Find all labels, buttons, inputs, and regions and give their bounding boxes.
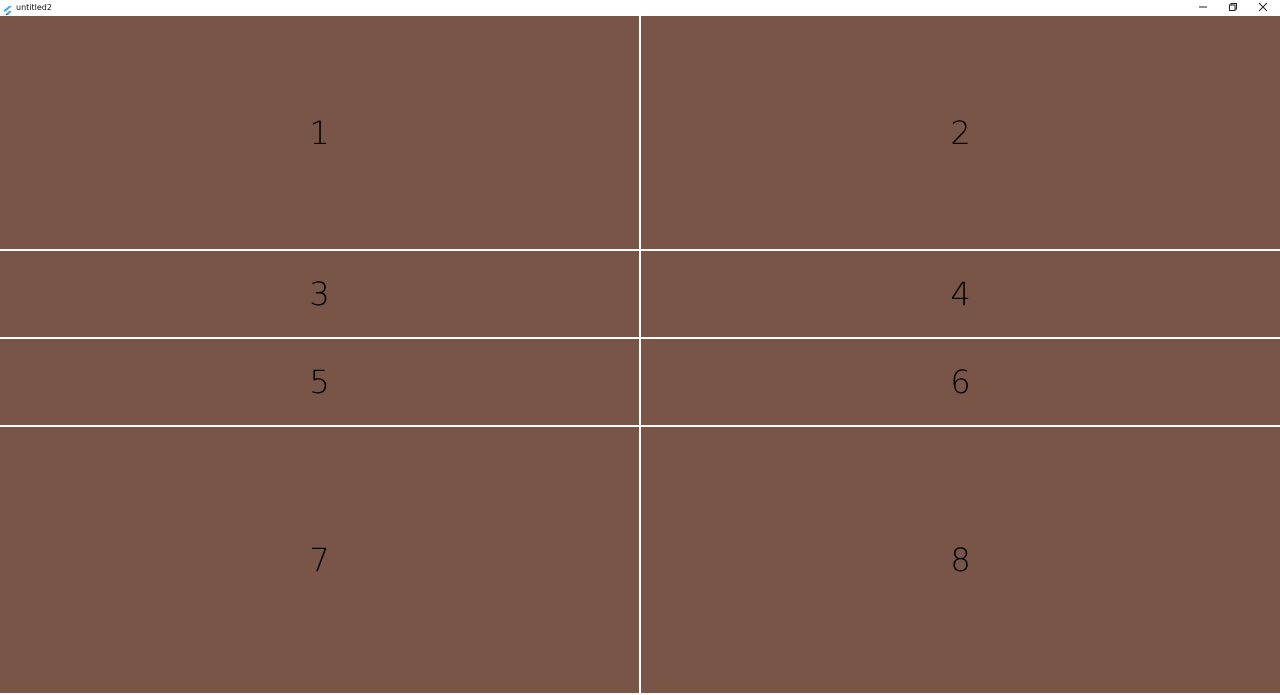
app-window: untitled2 1 2 3 4 5 6 7 8 — [0, 0, 1280, 695]
cell-label: 6 — [950, 363, 971, 401]
cell-label: 8 — [950, 541, 971, 579]
cell-label: 4 — [950, 275, 971, 313]
flutter-logo-icon — [3, 2, 13, 17]
restore-button[interactable] — [1218, 0, 1248, 15]
close-icon — [1258, 2, 1268, 12]
minimize-button[interactable] — [1188, 0, 1218, 15]
cell-label: 3 — [309, 275, 330, 313]
cell-label: 2 — [950, 113, 971, 152]
grid-cell-4: 4 — [641, 251, 1280, 337]
close-button[interactable] — [1248, 0, 1278, 15]
grid-cell-5: 5 — [0, 339, 639, 425]
grid-container: 1 2 3 4 5 6 7 8 — [0, 15, 1280, 695]
grid-cell-7: 7 — [0, 427, 639, 693]
restore-icon — [1229, 3, 1237, 11]
grid-cell-1: 1 — [0, 16, 639, 249]
minimize-icon — [1199, 6, 1207, 8]
cell-label: 1 — [309, 113, 330, 152]
grid-cell-6: 6 — [641, 339, 1280, 425]
cell-label: 7 — [309, 541, 330, 579]
grid-cell-2: 2 — [641, 16, 1280, 249]
grid-cell-3: 3 — [0, 251, 639, 337]
grid-cell-8: 8 — [641, 427, 1280, 693]
cell-label: 5 — [309, 363, 330, 401]
title-bar[interactable]: untitled2 — [0, 0, 1280, 17]
window-title: untitled2 — [16, 3, 52, 12]
